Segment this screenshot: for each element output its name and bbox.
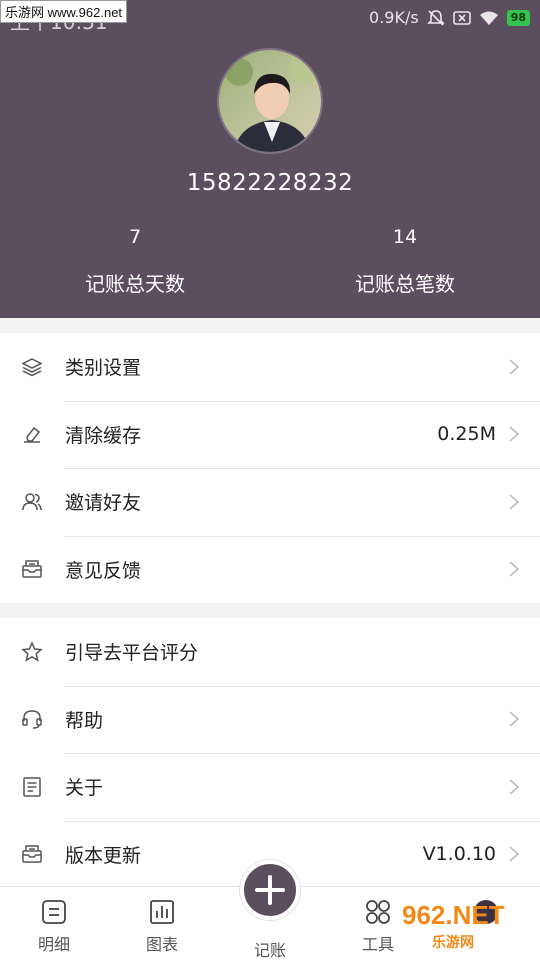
tab-label: 工具 xyxy=(361,935,394,954)
menu-item-rate-app[interactable]: 引导去平台评分 xyxy=(0,618,540,686)
avatar-photo-icon xyxy=(219,50,321,152)
stat-total-records: 14 记账总笔数 xyxy=(270,226,540,297)
stat-total-days: 7 记账总天数 xyxy=(0,226,270,297)
avatar[interactable] xyxy=(217,48,323,154)
menu-item-label: 类别设置 xyxy=(65,357,142,380)
stat-label: 记账总笔数 xyxy=(355,272,455,296)
tab-detail[interactable]: 明细 xyxy=(0,887,108,960)
watermark-brand: 962.NET xyxy=(402,900,505,930)
watermark-top: 乐游网 www.962.net xyxy=(0,0,128,23)
menu-item-feedback[interactable]: 意见反馈 xyxy=(0,535,540,604)
grid-icon xyxy=(366,900,390,924)
chevron-right-icon xyxy=(509,426,520,442)
menu-item-label: 意见反馈 xyxy=(65,559,142,582)
menu-item-value: V1.0.10 xyxy=(422,843,496,866)
star-icon xyxy=(20,640,44,664)
menu-item-about[interactable]: 关于 xyxy=(0,753,540,821)
user-phone: 15822228232 xyxy=(186,170,354,196)
menu-item-value: 0.25M xyxy=(437,423,496,446)
tab-label: 明细 xyxy=(37,935,70,954)
profile-header: 上午10:31 乐游网 www.962.net 0.9K/s 98 1582 xyxy=(0,0,540,318)
menu-item-label: 引导去平台评分 xyxy=(65,642,199,665)
bell-muted-icon xyxy=(426,9,445,26)
feedback-inbox-icon xyxy=(20,557,44,581)
chevron-right-icon xyxy=(509,779,520,795)
chevron-right-icon xyxy=(509,711,520,727)
chevron-right-icon xyxy=(509,359,520,375)
network-speed: 0.9K/s xyxy=(369,8,419,27)
menu-item-category-settings[interactable]: 类别设置 xyxy=(0,333,540,401)
menu-item-label: 邀请好友 xyxy=(65,492,142,515)
chart-icon xyxy=(150,900,174,924)
add-record-button[interactable] xyxy=(240,860,300,920)
status-icons: 0.9K/s 98 xyxy=(369,8,530,27)
layers-icon xyxy=(20,355,44,379)
menu-item-help[interactable]: 帮助 xyxy=(0,685,540,754)
battery-badge: 98 xyxy=(506,9,530,26)
watermark-sub: 乐游网 xyxy=(432,934,474,950)
document-icon xyxy=(20,775,44,799)
wifi-icon xyxy=(479,11,498,25)
headset-icon xyxy=(20,707,44,731)
chevron-right-icon xyxy=(509,846,520,862)
menu-item-invite-friends[interactable]: 邀请好友 xyxy=(0,468,540,536)
menu-item-label: 帮助 xyxy=(65,709,104,732)
status-bar: 上午10:31 乐游网 www.962.net 0.9K/s 98 xyxy=(0,0,540,34)
sim-off-icon xyxy=(452,10,471,25)
users-icon xyxy=(20,490,44,514)
chevron-right-icon xyxy=(509,561,520,577)
chevron-right-icon xyxy=(509,494,520,510)
menu-group-settings: 类别设置 清除缓存 0.25M 邀请好友 意见反馈 xyxy=(0,333,540,603)
menu-item-label: 版本更新 xyxy=(65,844,142,867)
menu-item-clear-cache[interactable]: 清除缓存 0.25M xyxy=(0,400,540,469)
tab-label: 记账 xyxy=(253,941,286,960)
stat-value: 14 xyxy=(392,226,418,248)
update-inbox-icon xyxy=(20,842,44,866)
menu-item-label: 清除缓存 xyxy=(65,424,142,447)
watermark-bottom: 962.NET 乐游网 xyxy=(402,900,505,950)
menu-item-label: 关于 xyxy=(65,777,104,800)
plus-icon xyxy=(255,875,285,905)
detail-icon xyxy=(42,900,66,924)
eraser-icon xyxy=(20,422,44,446)
stat-label: 记账总天数 xyxy=(85,272,185,296)
stat-value: 7 xyxy=(128,226,142,248)
tab-chart[interactable]: 图表 xyxy=(108,887,216,960)
tab-label: 图表 xyxy=(145,935,178,954)
menu-group-about: 引导去平台评分 帮助 关于 版本更新 V1.0.10 xyxy=(0,618,540,888)
